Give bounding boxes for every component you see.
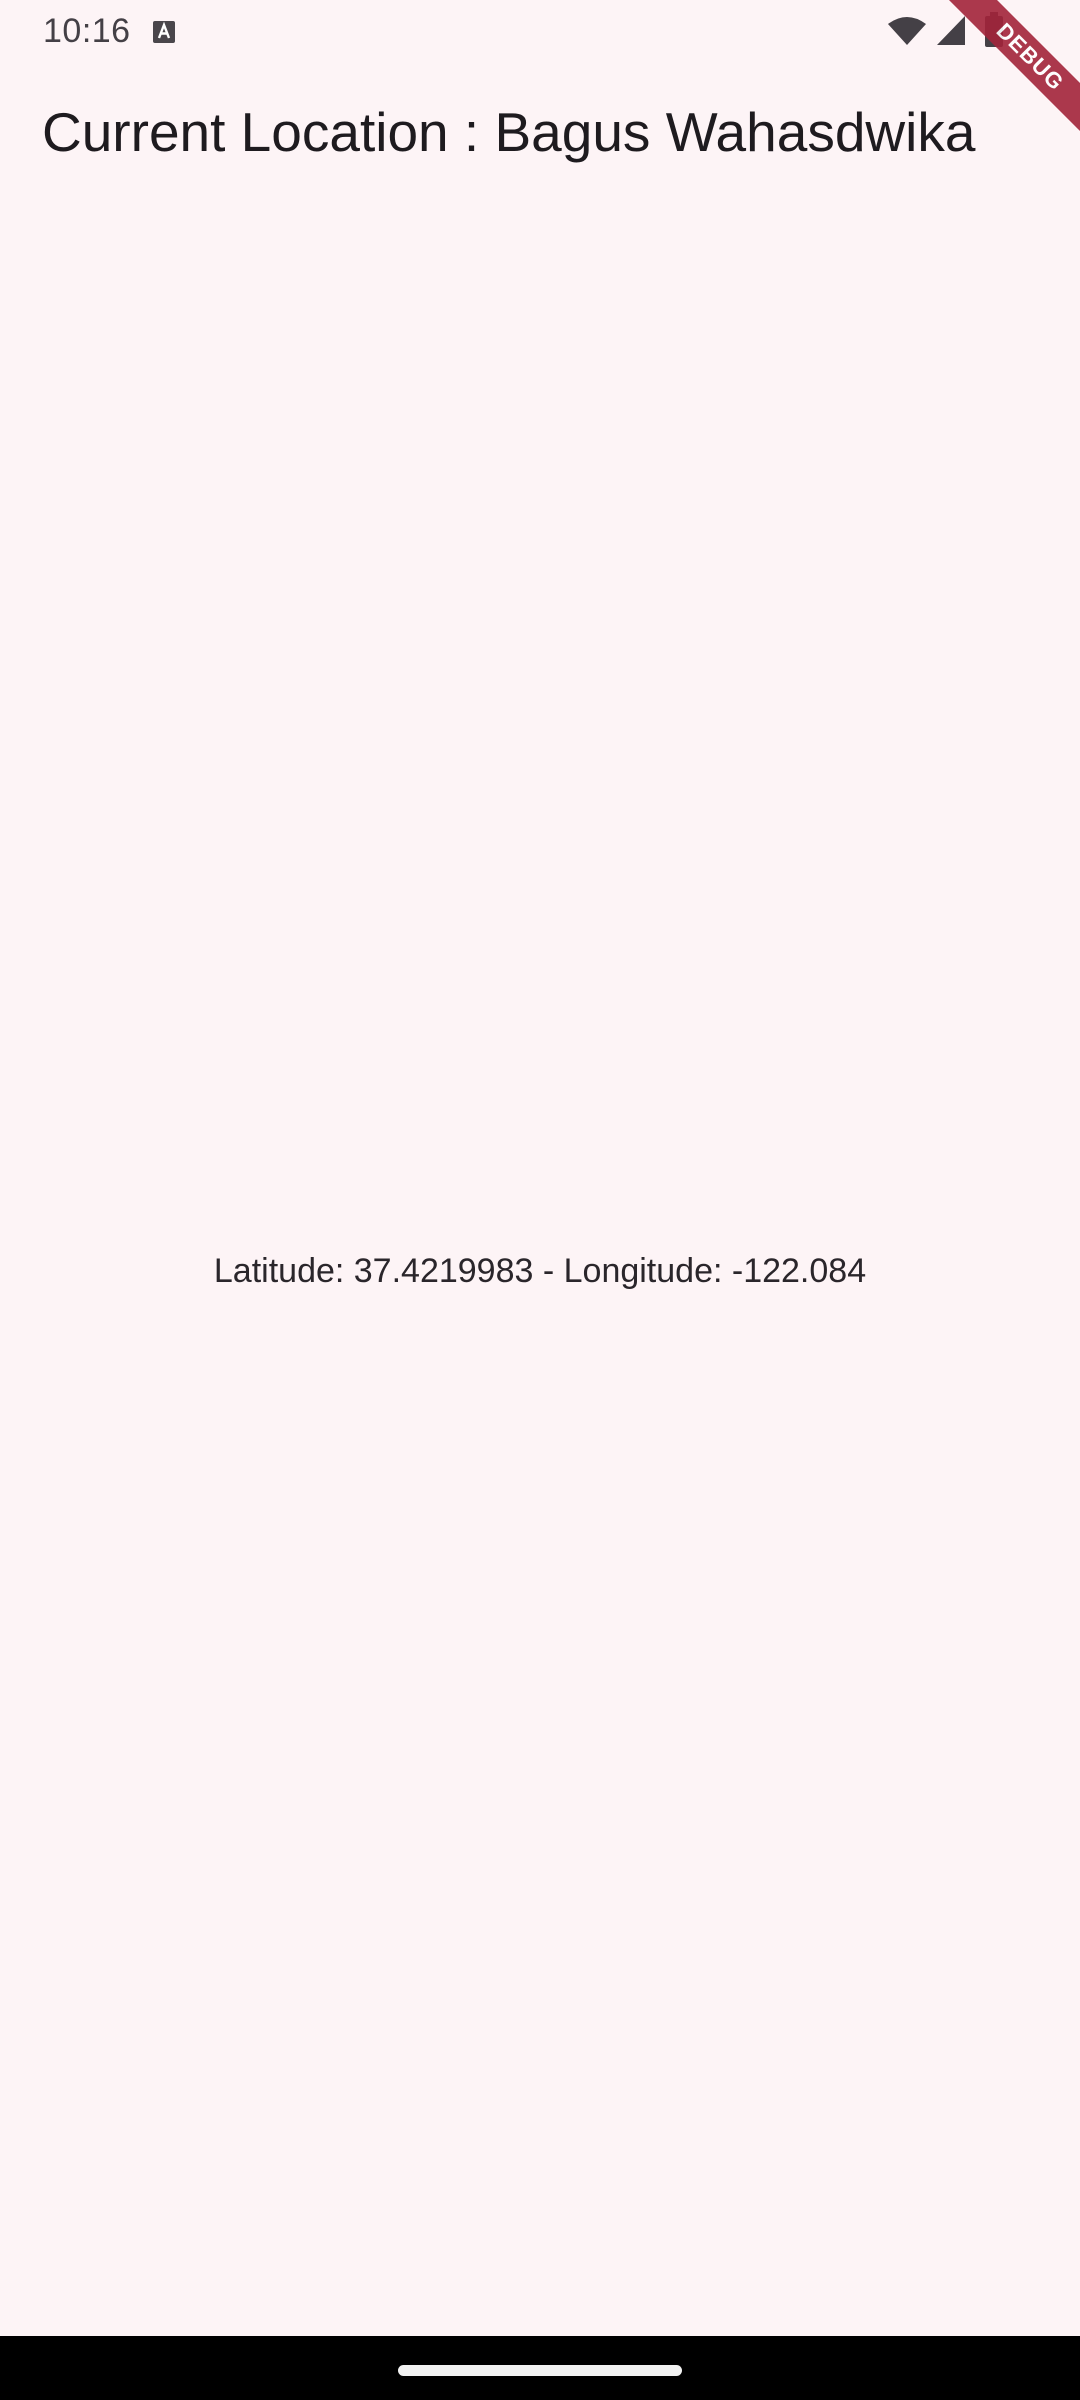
page-title: Current Location : Bagus Wahasdwika [42, 101, 976, 163]
home-gesture-handle[interactable] [398, 2365, 682, 2376]
location-coordinates-text: Latitude: 37.4219983 - Longitude: -122.0… [213, 1252, 867, 1290]
status-bar: 10:16 [0, 0, 1080, 64]
notification-a-icon [153, 21, 175, 43]
system-navigation-bar [0, 2336, 1080, 2400]
status-time: 10:16 [43, 12, 131, 50]
